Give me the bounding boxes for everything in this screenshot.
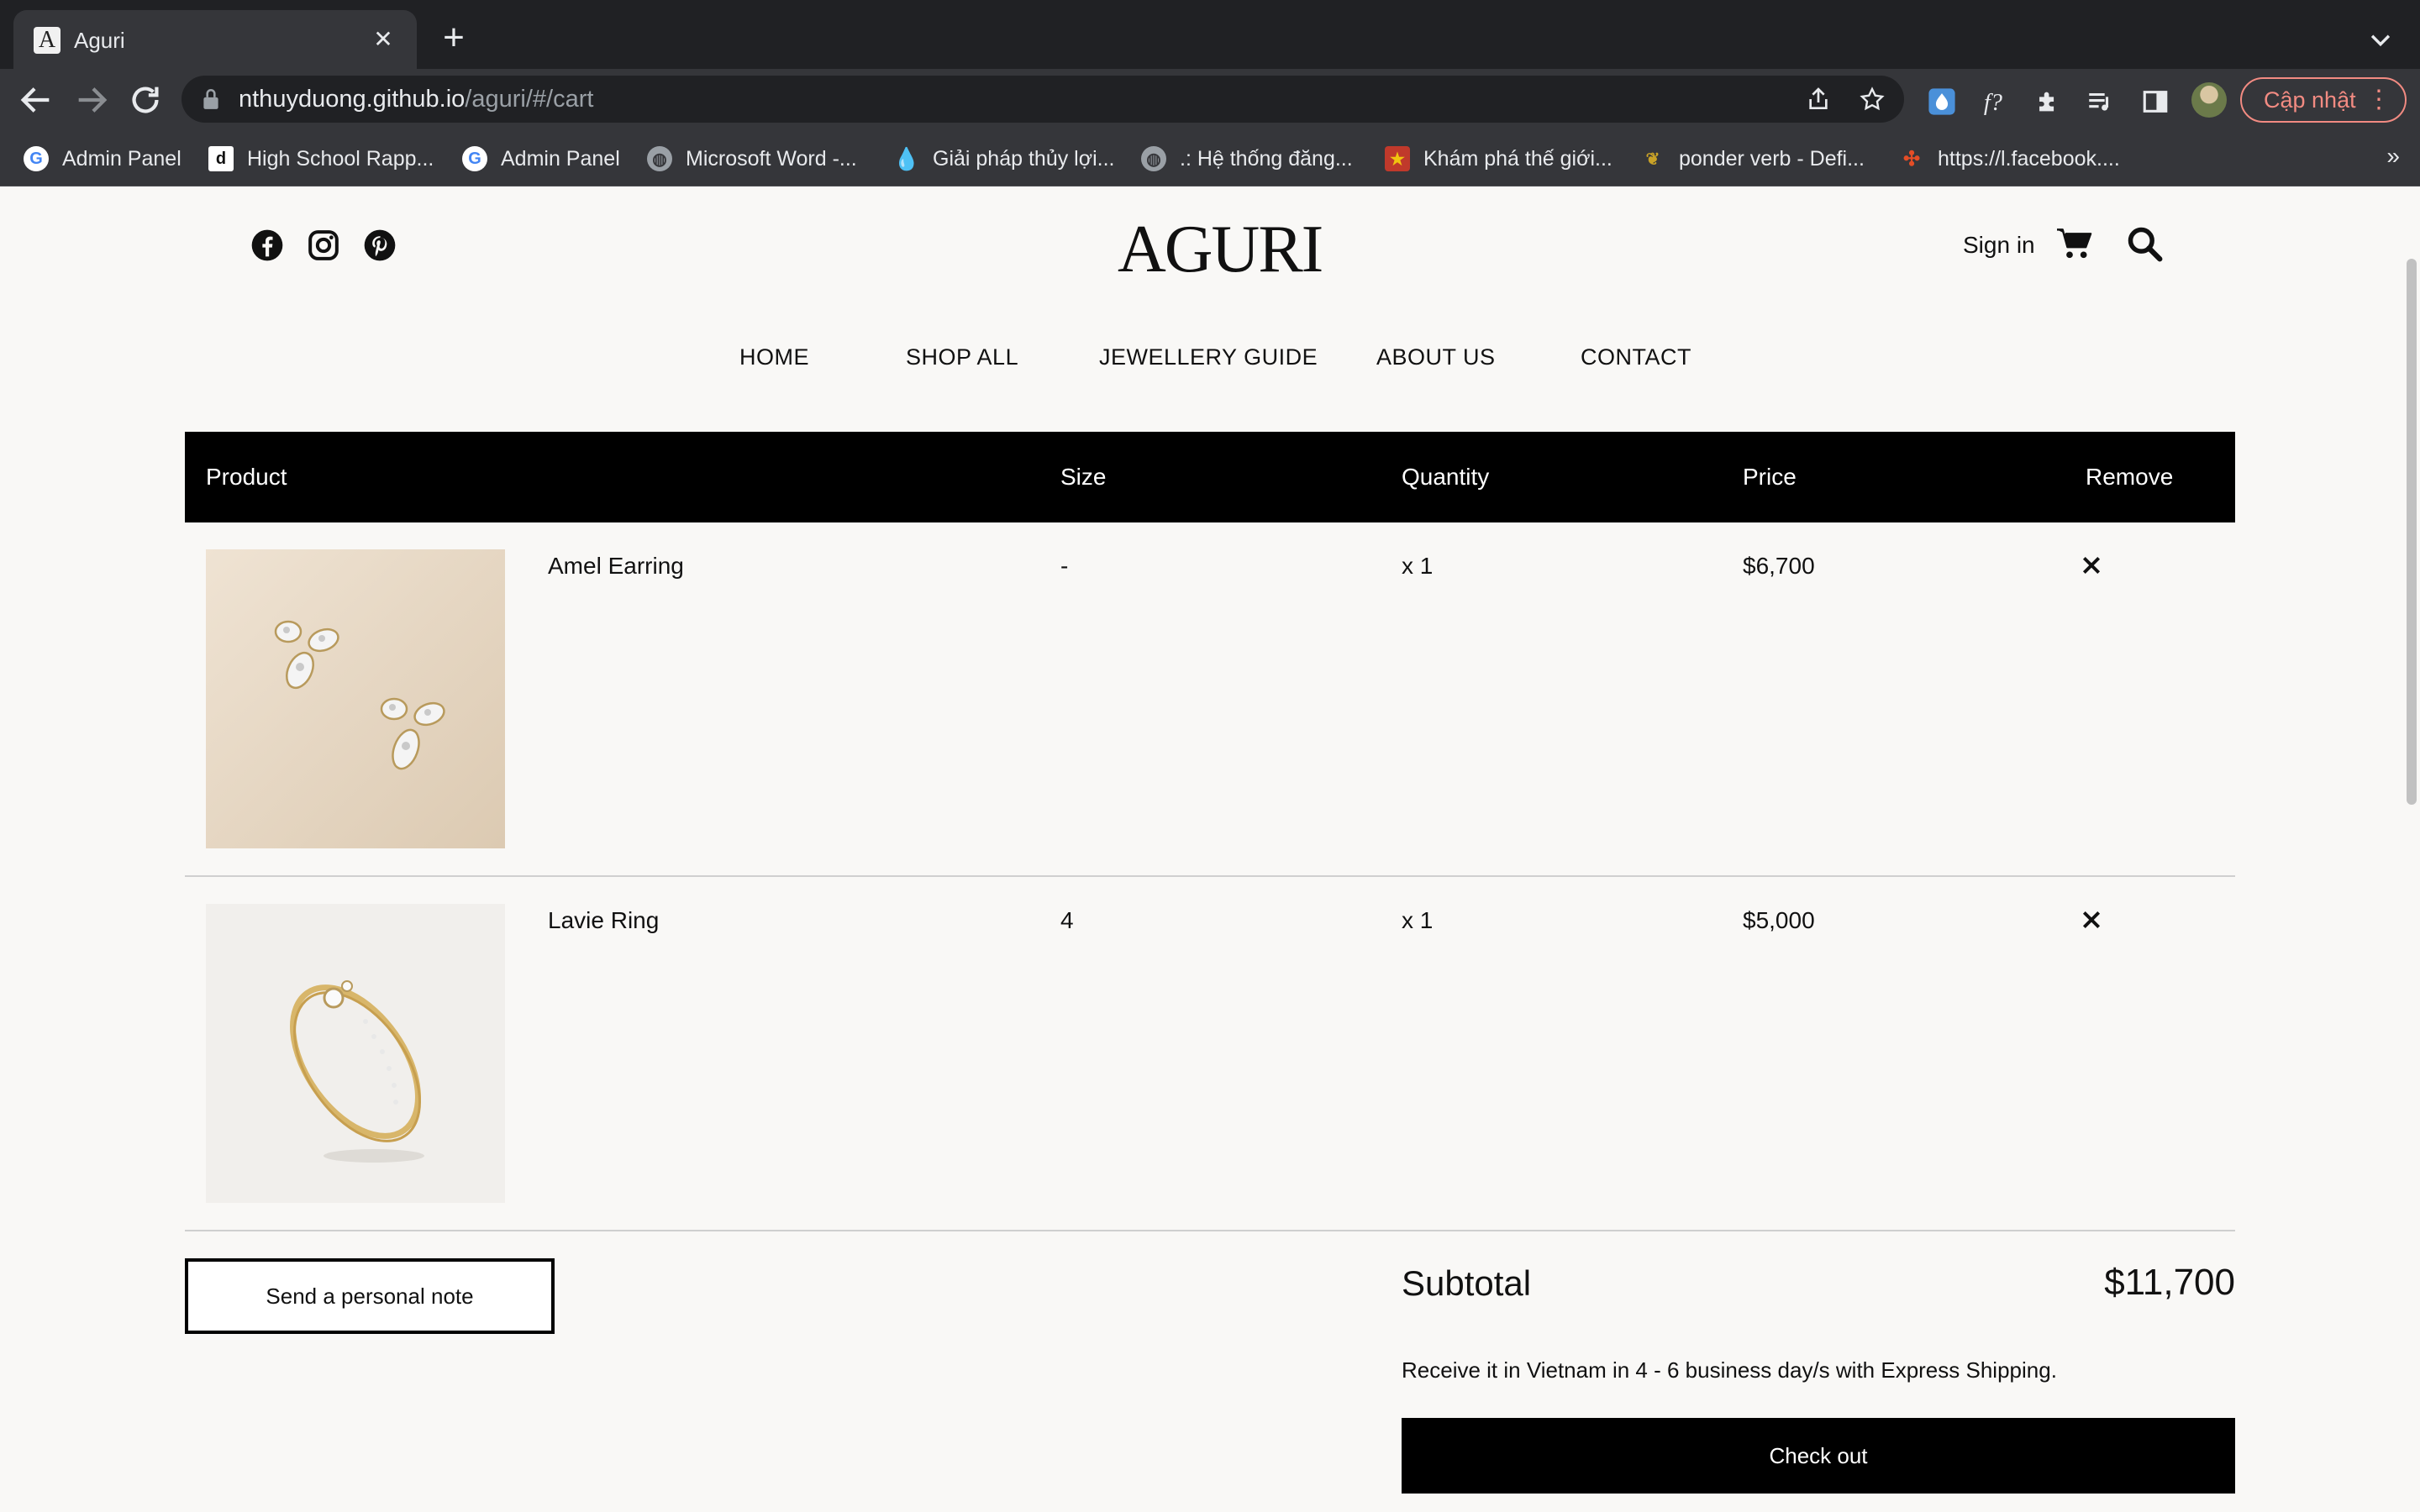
product-price: $6,700 <box>1743 553 1815 579</box>
url-text[interactable]: nthuyduong.github.io/aguri/#/cart <box>239 86 593 113</box>
cart-table-header: Product Size Quantity Price Remove <box>185 432 2235 522</box>
lavie-ring-image[interactable] <box>206 904 505 1203</box>
personal-note-button[interactable]: Send a personal note <box>185 1258 555 1334</box>
bookmark-item[interactable]: G Admin Panel <box>462 144 620 173</box>
product-name[interactable]: Amel Earring <box>548 553 684 580</box>
water-drop-extension-icon[interactable] <box>1928 87 1956 116</box>
reload-icon[interactable] <box>126 81 165 119</box>
d-icon: d <box>208 146 234 171</box>
bookmark-star-icon[interactable] <box>1859 86 1886 113</box>
address-bar[interactable]: nthuyduong.github.io/aguri/#/cart <box>182 76 1904 123</box>
bookmark-label: High School Rapp... <box>247 146 434 171</box>
bookmark-item[interactable]: 💧 Giải pháp thủy lợi... <box>892 144 1115 173</box>
url-host: nthuyduong.github.io <box>239 86 466 113</box>
bookmark-item[interactable]: ◍ .: Hệ thống đăng... <box>1141 144 1353 173</box>
pinterest-icon[interactable] <box>363 228 397 262</box>
bookmark-item[interactable]: ◍ Microsoft Word -... <box>647 144 857 173</box>
search-icon[interactable] <box>2126 225 2163 262</box>
media-playlist-icon[interactable] <box>2086 87 2114 116</box>
header-remove: Remove <box>2086 464 2174 490</box>
joomla-icon: ✣ <box>1902 147 1921 171</box>
share-icon[interactable] <box>1805 86 1832 113</box>
bookmark-label: Giải pháp thủy lợi... <box>933 146 1115 171</box>
bookmarks-bar: G Admin Panel d High School Rapp... G Ad… <box>0 131 2420 186</box>
url-path: /aguri/#/cart <box>465 86 594 113</box>
bookmark-item[interactable]: ★ Khám phá thế giới... <box>1385 144 1612 173</box>
nav-about-us[interactable]: ABOUT US <box>1376 344 1496 370</box>
bookmark-item[interactable]: G Admin Panel <box>24 144 182 173</box>
amel-earring-image[interactable] <box>206 549 505 848</box>
subtotal-label: Subtotal <box>1402 1263 1532 1303</box>
browser-tabstrip: A Aguri ✕ + <box>0 0 2420 69</box>
forward-arrow-icon[interactable] <box>72 81 111 119</box>
bookmark-label: ponder verb - Defi... <box>1679 146 1865 171</box>
header-size: Size <box>1060 464 1107 490</box>
side-panel-icon[interactable] <box>2141 87 2170 116</box>
lock-icon[interactable] <box>200 87 222 111</box>
scrollbar[interactable] <box>2407 259 2417 805</box>
google-icon: G <box>24 146 49 171</box>
font-finder-extension-icon[interactable]: f? <box>1981 87 2010 116</box>
sign-in-link[interactable]: Sign in <box>1963 232 2035 259</box>
table-row: Lavie Ring 4 x 1 $5,000 <box>185 877 2235 1231</box>
browser-tab[interactable]: A Aguri ✕ <box>13 10 417 69</box>
update-button[interactable]: Cập nhật ⋮ <box>2240 77 2407 123</box>
header-quantity: Quantity <box>1402 464 1490 490</box>
subtotal-value: $11,700 <box>2104 1262 2235 1303</box>
bookmark-label: Admin Panel <box>501 146 620 171</box>
extensions-puzzle-icon[interactable] <box>2033 87 2062 116</box>
back-arrow-icon[interactable] <box>17 81 55 119</box>
red-badge-icon: ★ <box>1385 146 1410 171</box>
aguri-favicon-icon: A <box>34 27 60 54</box>
product-size: 4 <box>1060 907 1074 933</box>
bookmark-label: https://l.facebook.... <box>1938 146 2120 171</box>
bookmark-item[interactable]: ✣ https://l.facebook.... <box>1899 144 2120 173</box>
shipping-note: Receive it in Vietnam in 4 - 6 business … <box>1402 1357 2057 1383</box>
google-icon: G <box>462 146 487 171</box>
nav-jewellery-guide[interactable]: JEWELLERY GUIDE <box>1099 344 1318 370</box>
profile-avatar[interactable] <box>2191 82 2227 118</box>
bookmark-label: .: Hệ thống đăng... <box>1180 146 1353 171</box>
svg-text:f?: f? <box>1984 90 2002 116</box>
product-size: - <box>1060 553 1069 579</box>
header-product: Product <box>206 464 287 490</box>
bookmarks-overflow-button[interactable]: » <box>2386 143 2400 170</box>
globe-icon: ◍ <box>647 146 672 171</box>
bird-icon: ❦ <box>1645 150 1660 169</box>
tab-search-chevron-icon[interactable] <box>2366 25 2395 54</box>
checkout-button[interactable]: Check out <box>1402 1418 2235 1494</box>
site-logo[interactable]: AGURI <box>1118 212 1323 287</box>
menu-dots-icon[interactable]: ⋮ <box>2366 79 2391 121</box>
product-price: $5,000 <box>1743 907 1815 933</box>
tab-title: Aguri <box>74 28 125 53</box>
instagram-icon[interactable] <box>307 228 340 262</box>
remove-item-close-icon[interactable] <box>2081 909 2102 931</box>
bookmark-label: Khám phá thế giới... <box>1423 146 1612 171</box>
product-quantity: x 1 <box>1402 907 1434 933</box>
table-row: Amel Earring - x 1 $6,700 <box>185 522 2235 877</box>
browser-toolbar: nthuyduong.github.io/aguri/#/cart f? Cập… <box>0 69 2420 131</box>
product-name[interactable]: Lavie Ring <box>548 907 659 934</box>
bookmark-item[interactable]: ❦ ponder verb - Defi... <box>1640 144 1865 173</box>
remove-item-close-icon[interactable] <box>2081 554 2102 576</box>
water-drop-icon: 💧 <box>892 145 921 171</box>
facebook-icon[interactable] <box>250 228 284 262</box>
bookmark-label: Microsoft Word -... <box>686 146 857 171</box>
update-label: Cập nhật <box>2264 87 2356 113</box>
bookmark-item[interactable]: d High School Rapp... <box>208 144 434 173</box>
header-price: Price <box>1743 464 1797 490</box>
bookmark-label: Admin Panel <box>62 146 182 171</box>
tab-close-icon[interactable]: ✕ <box>370 27 397 54</box>
nav-shop-all[interactable]: SHOP ALL <box>906 344 1018 370</box>
shopping-cart-icon[interactable] <box>2055 227 2092 260</box>
globe-icon: ◍ <box>1141 146 1166 171</box>
product-quantity: x 1 <box>1402 553 1434 579</box>
main-navigation: HOME SHOP ALL JEWELLERY GUIDE ABOUT US C… <box>0 344 2420 378</box>
nav-contact[interactable]: CONTACT <box>1581 344 1691 370</box>
new-tab-button[interactable]: + <box>437 19 471 56</box>
nav-home[interactable]: HOME <box>739 344 809 370</box>
